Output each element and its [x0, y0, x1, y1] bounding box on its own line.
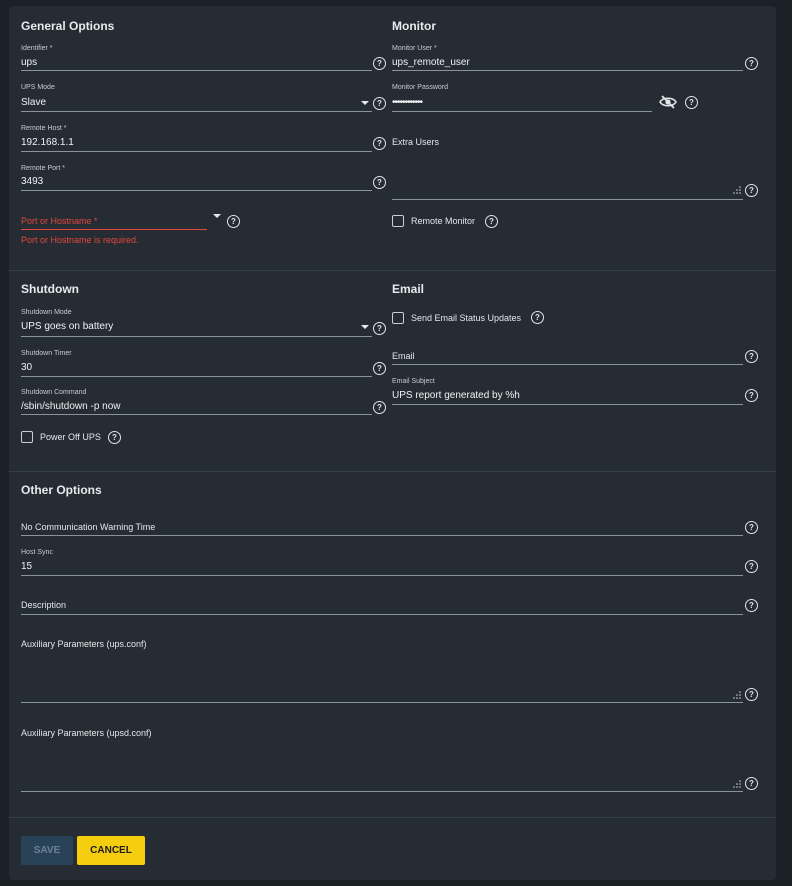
- shutdown-command-underline: [21, 414, 372, 415]
- email-subject-underline: [392, 404, 743, 405]
- shutdown-command-label: Shutdown Command: [21, 389, 87, 396]
- aux-upsd-conf-underline: [21, 791, 743, 792]
- send-email-updates-checkbox[interactable]: [392, 312, 404, 324]
- extra-users-underline: [392, 199, 743, 200]
- shutdown-timer-underline: [21, 376, 372, 377]
- save-button[interactable]: SAVE: [21, 836, 73, 865]
- email-subject-label: Email Subject: [392, 378, 435, 385]
- host-sync-label: Host Sync: [21, 549, 53, 556]
- host-sync-underline: [21, 575, 743, 576]
- help-icon[interactable]: ?: [745, 350, 758, 363]
- help-icon[interactable]: ?: [745, 57, 758, 70]
- chevron-down-icon[interactable]: [361, 101, 369, 105]
- shutdown-mode-underline: [21, 336, 372, 337]
- description-label: Description: [21, 600, 67, 610]
- help-icon[interactable]: ?: [373, 57, 386, 70]
- monitor-user-underline: [392, 70, 743, 71]
- remote-monitor-label: Remote Monitor: [411, 216, 476, 226]
- help-icon[interactable]: ?: [745, 560, 758, 573]
- port-hostname-underline: [21, 229, 207, 230]
- resize-handle-icon[interactable]: [733, 780, 741, 788]
- remote-host-label: Remote Host *: [21, 125, 67, 132]
- extra-users-label: Extra Users: [392, 137, 440, 147]
- aux-ups-conf-label: Auxiliary Parameters (ups.conf): [21, 639, 147, 649]
- remote-host-underline: [21, 151, 372, 152]
- help-icon[interactable]: ?: [745, 389, 758, 402]
- section-divider: [9, 817, 776, 818]
- shutdown-command-input[interactable]: /sbin/shutdown -p now: [21, 401, 121, 412]
- help-icon[interactable]: ?: [373, 322, 386, 335]
- help-icon[interactable]: ?: [373, 401, 386, 414]
- help-icon[interactable]: ?: [685, 96, 698, 109]
- description-underline: [21, 614, 743, 615]
- monitor-user-label: Monitor User *: [392, 45, 437, 52]
- ups-mode-underline: [21, 111, 372, 112]
- remote-host-input[interactable]: 192.168.1.1: [21, 137, 74, 148]
- ups-settings-card: General Options Identifier * ups ? UPS M…: [9, 6, 776, 880]
- shutdown-timer-label: Shutdown Timer: [21, 350, 72, 357]
- help-icon[interactable]: ?: [373, 97, 386, 110]
- send-email-updates-label: Send Email Status Updates: [411, 313, 522, 323]
- monitor-password-label: Monitor Password: [392, 84, 449, 91]
- help-icon[interactable]: ?: [108, 431, 121, 444]
- no-comm-warning-underline: [21, 535, 743, 536]
- help-icon[interactable]: ?: [373, 176, 386, 189]
- other-options-title: Other Options: [21, 483, 102, 497]
- shutdown-title: Shutdown: [21, 282, 79, 296]
- help-icon[interactable]: ?: [745, 521, 758, 534]
- section-divider: [9, 471, 776, 472]
- cancel-button[interactable]: CANCEL: [77, 836, 145, 865]
- monitor-user-input[interactable]: ups_remote_user: [392, 57, 470, 68]
- shutdown-mode-label: Shutdown Mode: [21, 309, 72, 316]
- identifier-label: Identifier *: [21, 45, 53, 52]
- aux-ups-conf-underline: [21, 702, 743, 703]
- help-icon[interactable]: ?: [227, 215, 240, 228]
- help-icon[interactable]: ?: [745, 184, 758, 197]
- help-icon[interactable]: ?: [531, 311, 544, 324]
- chevron-down-icon[interactable]: [361, 325, 369, 329]
- host-sync-input[interactable]: 15: [21, 561, 32, 572]
- eye-off-icon[interactable]: [659, 95, 677, 109]
- help-icon[interactable]: ?: [745, 777, 758, 790]
- shutdown-mode-select[interactable]: UPS goes on battery: [21, 321, 113, 332]
- email-underline: [392, 364, 743, 365]
- remote-monitor-checkbox[interactable]: [392, 215, 404, 227]
- identifier-input[interactable]: ups: [21, 57, 37, 68]
- port-hostname-error: Port or Hostname is required.: [21, 235, 139, 245]
- email-label: Email: [392, 351, 415, 361]
- power-off-ups-label: Power Off UPS: [40, 432, 101, 442]
- shutdown-timer-input[interactable]: 30: [21, 362, 32, 373]
- monitor-password-input[interactable]: ••••••••••••: [392, 97, 423, 108]
- port-hostname-select[interactable]: Port or Hostname *: [21, 216, 98, 226]
- chevron-down-icon[interactable]: [213, 214, 221, 218]
- general-options-title: General Options: [21, 19, 115, 33]
- ups-mode-select[interactable]: Slave: [21, 97, 46, 108]
- remote-port-input[interactable]: 3493: [21, 176, 43, 187]
- remote-port-label: Remote Port *: [21, 165, 65, 172]
- help-icon[interactable]: ?: [373, 362, 386, 375]
- remote-port-underline: [21, 190, 372, 191]
- help-icon[interactable]: ?: [373, 137, 386, 150]
- help-icon[interactable]: ?: [485, 215, 498, 228]
- section-divider: [9, 270, 776, 271]
- no-comm-warning-label: No Communication Warning Time: [21, 522, 156, 532]
- resize-handle-icon[interactable]: [733, 691, 741, 699]
- help-icon[interactable]: ?: [745, 599, 758, 612]
- help-icon[interactable]: ?: [745, 688, 758, 701]
- monitor-title: Monitor: [392, 19, 436, 33]
- ups-mode-label: UPS Mode: [21, 84, 55, 91]
- power-off-ups-checkbox[interactable]: [21, 431, 33, 443]
- email-title: Email: [392, 282, 425, 296]
- monitor-password-underline: [392, 111, 652, 112]
- identifier-underline: [21, 70, 372, 71]
- email-subject-input[interactable]: UPS report generated by %h: [392, 390, 520, 401]
- aux-upsd-conf-label: Auxiliary Parameters (upsd.conf): [21, 728, 152, 738]
- resize-handle-icon[interactable]: [733, 186, 741, 194]
